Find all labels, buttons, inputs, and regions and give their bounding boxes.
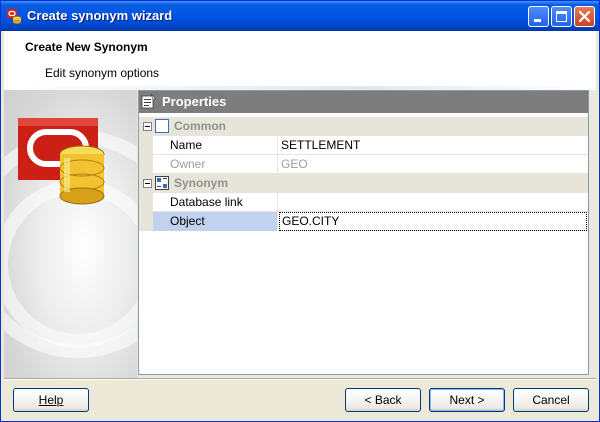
cancel-button[interactable]: Cancel xyxy=(513,388,589,412)
row-gutter xyxy=(139,136,153,155)
common-category-icon xyxy=(155,119,169,133)
category-label: Synonym xyxy=(174,176,229,190)
category-synonym[interactable]: Synonym xyxy=(139,174,588,193)
page-title: Create New Synonym xyxy=(25,40,148,54)
properties-title: Properties xyxy=(162,94,227,109)
window-title: Create synonym wizard xyxy=(27,8,173,23)
row-gutter xyxy=(139,155,153,174)
close-icon xyxy=(578,10,591,23)
cancel-button-label: Cancel xyxy=(532,392,570,407)
properties-icon xyxy=(141,93,157,109)
property-name: Database link xyxy=(153,193,278,212)
wizard-window: Create synonym wizard Create New Synonym… xyxy=(0,0,600,422)
category-label: Common xyxy=(174,119,226,133)
oracle-database-icon xyxy=(18,118,105,205)
property-row-database-link[interactable]: Database link xyxy=(139,193,588,212)
property-name: Object xyxy=(153,212,278,231)
property-name: Name xyxy=(153,136,278,155)
properties-panel: Properties Common Name SETTLEMENT Owner … xyxy=(138,90,589,375)
property-value-database-link[interactable] xyxy=(279,193,590,212)
property-row-owner: Owner GEO xyxy=(139,155,588,174)
wizard-side-panel xyxy=(4,90,137,378)
back-button-label: < Back xyxy=(364,392,402,407)
collapse-toggle[interactable] xyxy=(143,179,152,188)
oracle-synonym-icon xyxy=(7,9,22,24)
wizard-header: Create New Synonym Edit synonym options xyxy=(4,31,596,86)
property-grid: Common Name SETTLEMENT Owner GEO Synonym… xyxy=(139,117,588,231)
next-button-label: Next > xyxy=(449,392,485,407)
title-bar[interactable]: Create synonym wizard xyxy=(1,1,599,31)
page-subtitle: Edit synonym options xyxy=(45,66,160,80)
row-gutter xyxy=(139,212,153,231)
next-button[interactable]: Next > xyxy=(429,388,505,412)
maximize-icon xyxy=(556,11,567,22)
category-common[interactable]: Common xyxy=(139,117,588,136)
synonym-category-icon xyxy=(155,176,169,190)
help-button[interactable]: Help xyxy=(13,388,89,412)
property-value-object[interactable]: GEO.CITY xyxy=(279,212,587,231)
collapse-toggle[interactable] xyxy=(143,122,152,131)
minimize-icon xyxy=(534,19,541,22)
property-row-name[interactable]: Name SETTLEMENT xyxy=(139,136,588,155)
minimize-button[interactable] xyxy=(528,6,549,27)
help-button-label: Help xyxy=(38,392,64,407)
close-button[interactable] xyxy=(574,6,595,27)
row-gutter xyxy=(139,193,153,212)
maximize-button[interactable] xyxy=(551,6,572,27)
properties-header: Properties xyxy=(139,91,588,113)
footer-separator xyxy=(4,378,596,380)
property-row-object[interactable]: Object GEO.CITY xyxy=(139,212,588,231)
property-value-name[interactable]: SETTLEMENT xyxy=(279,136,590,155)
property-name: Owner xyxy=(153,155,278,174)
back-button[interactable]: < Back xyxy=(345,388,421,412)
property-value-owner: GEO xyxy=(281,157,308,171)
